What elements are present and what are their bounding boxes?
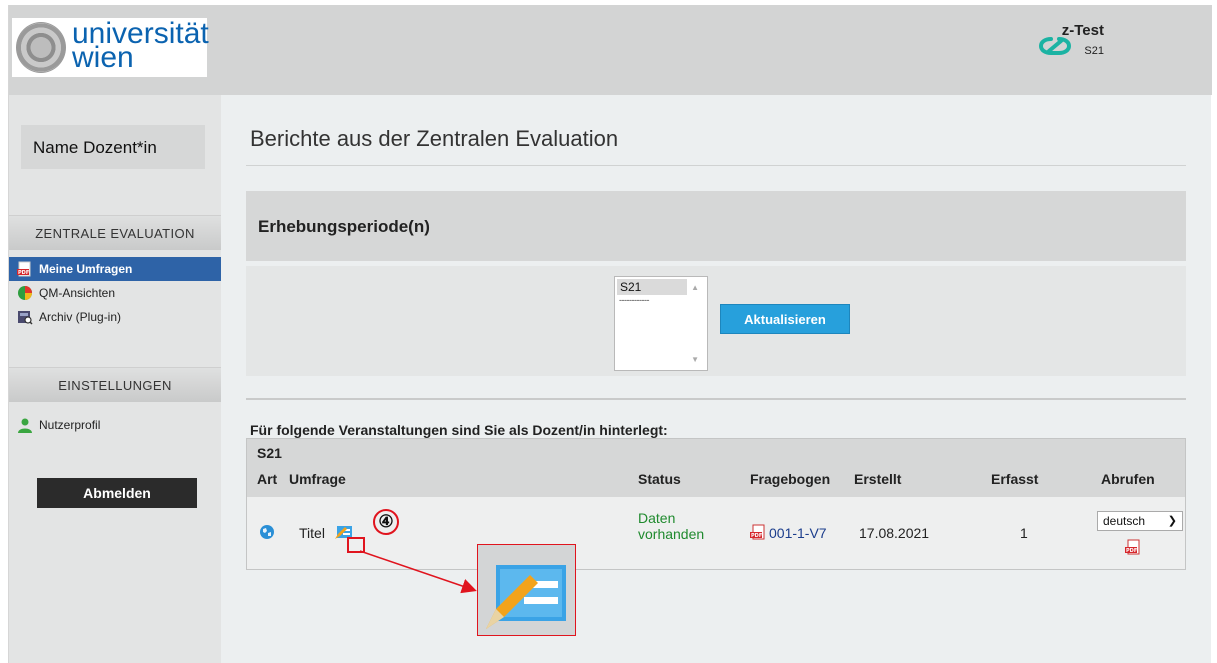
period-option-selected[interactable]: S21 xyxy=(617,279,687,295)
sidebar-item-nutzerprofil[interactable]: Nutzerprofil xyxy=(9,413,221,437)
responses-count: 1 xyxy=(1020,525,1028,541)
status-line-2: vorhanden xyxy=(638,526,705,542)
sidebar-item-label: Meine Umfragen xyxy=(39,262,133,276)
courses-intro: Für folgende Veranstaltungen sind Sie al… xyxy=(250,422,668,438)
zoomed-edit-icon xyxy=(477,544,576,636)
col-fragebogen: Fragebogen xyxy=(750,471,831,487)
col-abrufen: Abrufen xyxy=(1101,471,1155,487)
pdf-icon: PDF xyxy=(17,261,31,277)
step-callout: ④ xyxy=(373,509,399,535)
svg-text:PDF: PDF xyxy=(18,270,29,276)
chevron-down-icon: ❯ xyxy=(1167,515,1177,527)
language-select[interactable]: deutsch ❯ xyxy=(1097,511,1183,531)
scroll-up-icon[interactable]: ▲ xyxy=(691,283,699,292)
sidebar-item-meine-umfragen[interactable]: PDF Meine Umfragen xyxy=(9,257,221,281)
status-line-1: Daten xyxy=(638,510,676,526)
edit-icon-highlight xyxy=(347,537,365,553)
section-zentrale-evaluation: ZENTRALE EVALUATION xyxy=(9,215,221,250)
page-title: Berichte aus der Zentralen Evaluation xyxy=(250,126,619,151)
university-seal-icon xyxy=(16,22,66,73)
section-divider xyxy=(246,398,1186,400)
globe-icon xyxy=(260,525,274,539)
courses-table: S21 Art Umfrage Status Fragebogen Erstel… xyxy=(246,438,1186,570)
period-header: Erhebungsperiode(n) xyxy=(246,191,1186,261)
sidebar-item-archiv[interactable]: Archiv (Plug-in) xyxy=(9,305,221,329)
svg-text:PDF: PDF xyxy=(1126,548,1137,554)
lecturer-name: Name Dozent*in xyxy=(21,125,205,169)
download-pdf-icon[interactable]: PDF xyxy=(1125,539,1141,555)
col-status: Status xyxy=(638,471,681,487)
language-selected: deutsch xyxy=(1103,514,1146,528)
title-divider xyxy=(246,165,1186,166)
period-listbox[interactable]: S21 ------------ ▲ ▼ xyxy=(614,276,708,371)
section-einstellungen: EINSTELLUNGEN xyxy=(9,367,221,402)
questionnaire-link[interactable]: 001-1-V7 xyxy=(769,525,827,541)
refresh-button[interactable]: Aktualisieren xyxy=(720,304,850,334)
logo-wordmark: universität wien xyxy=(72,19,209,73)
link-logo-icon xyxy=(1038,37,1072,55)
sidebar-item-label: Archiv (Plug-in) xyxy=(39,310,122,324)
university-logo[interactable]: universität wien xyxy=(12,18,209,77)
status-text: Daten vorhanden xyxy=(638,510,704,542)
sidebar-item-label: Nutzerprofil xyxy=(39,418,101,432)
table-header: S21 Art Umfrage Status Fragebogen Erstel… xyxy=(247,439,1185,497)
period-panel: S21 ------------ ▲ ▼ Aktualisieren xyxy=(246,266,1186,376)
archive-search-icon xyxy=(18,311,33,325)
sidebar-item-label: QM-Ansichten xyxy=(39,286,116,300)
edit-pencil-icon xyxy=(486,565,566,629)
col-umfrage: Umfrage xyxy=(289,471,346,487)
col-erstellt: Erstellt xyxy=(854,471,902,487)
col-erfasst: Erfasst xyxy=(991,471,1039,487)
period-heading: Erhebungsperiode(n) xyxy=(258,217,430,236)
pie-chart-icon xyxy=(18,286,32,300)
period-option-separator[interactable]: ------------ xyxy=(619,295,649,305)
header-bar: universität wien z-Test S21 xyxy=(9,5,1212,95)
created-date: 17.08.2021 xyxy=(859,525,930,541)
svg-text:PDF: PDF xyxy=(751,533,762,539)
scroll-down-icon[interactable]: ▼ xyxy=(691,355,699,364)
sidebar-item-qm-ansichten[interactable]: QM-Ansichten xyxy=(9,281,221,305)
col-art: Art xyxy=(257,471,278,487)
sidebar: Name Dozent*in ZENTRALE EVALUATION PDF M… xyxy=(9,95,221,663)
user-icon xyxy=(18,418,32,433)
semester-label: S21 xyxy=(257,445,282,461)
survey-title[interactable]: Titel xyxy=(299,525,325,541)
logout-button[interactable]: Abmelden xyxy=(37,478,197,508)
pdf-icon[interactable]: PDF xyxy=(750,524,766,540)
